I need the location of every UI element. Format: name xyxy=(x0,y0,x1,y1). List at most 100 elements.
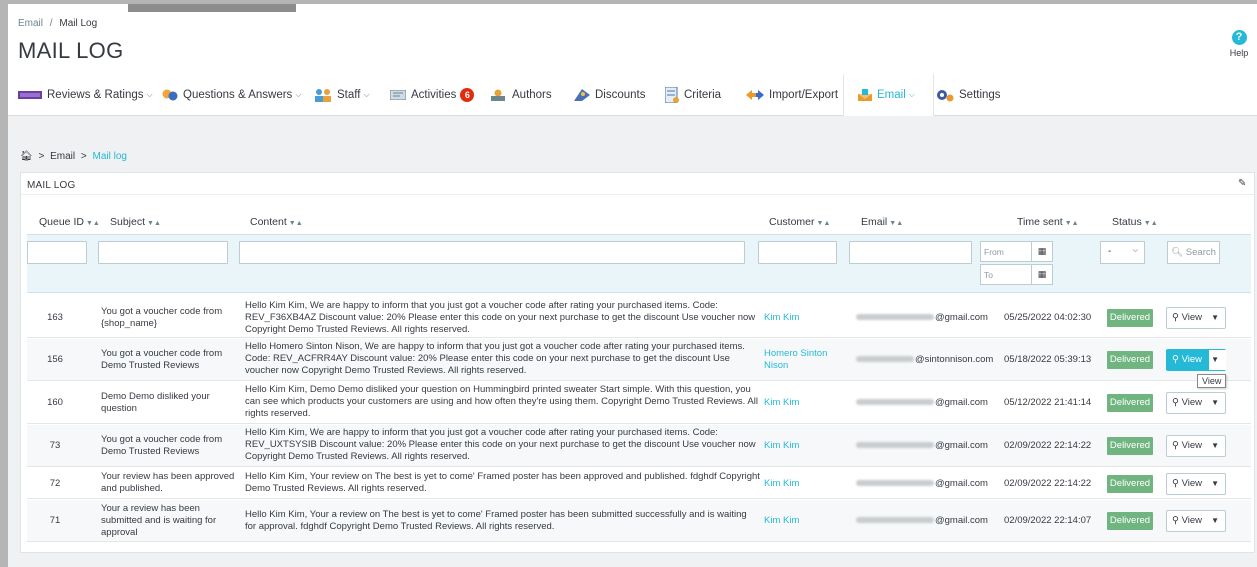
sort-icon[interactable]: ▼▲ xyxy=(1065,220,1079,227)
customer-link[interactable]: Kim Kim xyxy=(764,440,844,452)
column-subject[interactable]: Subject ▼▲ xyxy=(110,216,161,228)
column-label: Email xyxy=(861,216,888,228)
tab-reviews-ratings[interactable]: Reviews & Ratings ⌵ xyxy=(18,74,153,116)
caret-down-icon[interactable]: ▼ xyxy=(1211,308,1219,328)
breadcrumb-separator: / xyxy=(49,18,53,29)
view-button[interactable]: ⚲ View ▼ xyxy=(1166,510,1226,532)
tab-staff[interactable]: Staff ⌵ xyxy=(314,74,370,116)
tab-label: Criteria xyxy=(684,89,722,101)
breadcrumb-mail-log[interactable]: Mail log xyxy=(93,151,127,162)
email-icon xyxy=(858,89,872,101)
chevron-down-icon: ⌵ xyxy=(1132,247,1138,254)
queue-id-filter[interactable] xyxy=(27,241,87,264)
sort-icon[interactable]: ▼▲ xyxy=(817,220,831,227)
search-icon: 🔍︎ xyxy=(1171,247,1184,258)
content-cell: Hello Kim Kim, We are happy to inform th… xyxy=(245,427,756,462)
subject-cell: You got a voucher code from {shop_name} xyxy=(101,306,223,329)
email-cell: @gmail.com xyxy=(856,478,988,490)
breadcrumb-email[interactable]: Email xyxy=(50,151,75,162)
tab-criteria[interactable]: Criteria xyxy=(665,74,721,116)
page-title: MAIL LOG xyxy=(18,38,124,63)
home-icon[interactable]: 🏠︎ xyxy=(20,151,33,162)
table-row: 160 Demo Demo disliked your question Hel… xyxy=(27,382,1251,424)
time-sent-cell: 02/09/2022 22:14:07 xyxy=(1004,515,1092,526)
queue-id-cell: 71 xyxy=(49,515,61,526)
tab-label: Settings xyxy=(959,89,1001,101)
sort-icon[interactable]: ▼▲ xyxy=(289,220,303,227)
view-button[interactable]: ⚲ View ▼ xyxy=(1166,392,1226,414)
sort-icon[interactable]: ▼▲ xyxy=(889,220,903,227)
email-domain: @gmail.com xyxy=(935,397,988,408)
status-filter-value: - xyxy=(1108,246,1112,257)
caret-down-icon[interactable]: ▼ xyxy=(1211,511,1219,531)
search-button[interactable]: 🔍︎ Search xyxy=(1167,241,1220,264)
subject-cell: Your a review has been submitted and is … xyxy=(101,503,217,538)
status-filter-select[interactable]: - ⌵ xyxy=(1100,241,1145,264)
caret-down-icon[interactable]: ▼ xyxy=(1211,393,1219,413)
view-button[interactable]: ⚲ View ▼ xyxy=(1166,435,1226,457)
caret-down-icon[interactable]: ▼ xyxy=(1211,350,1219,370)
tab-authors[interactable]: Authors xyxy=(489,74,552,116)
top-strip xyxy=(128,4,296,12)
content-cell: Hello Kim Kim, Your a review on The best… xyxy=(245,509,747,532)
tab-questions-answers[interactable]: Questions & Answers ⌵ xyxy=(162,74,301,116)
column-label: Customer xyxy=(769,216,815,228)
chevron-down-icon: ⌵ xyxy=(908,90,915,99)
criteria-icon xyxy=(665,87,679,103)
customer-link[interactable]: Kim Kim xyxy=(764,312,844,324)
customer-link[interactable]: Kim Kim xyxy=(764,478,844,490)
date-from-field[interactable]: From xyxy=(980,241,1032,262)
caret-down-icon[interactable]: ▼ xyxy=(1211,436,1219,456)
tab-import-export[interactable]: Import/Export xyxy=(746,74,838,116)
column-email[interactable]: Email ▼▲ xyxy=(861,216,903,228)
customer-link[interactable]: Kim Kim xyxy=(764,515,844,527)
column-content[interactable]: Content ▼▲ xyxy=(250,216,303,228)
tab-settings[interactable]: Settings xyxy=(936,74,1001,116)
caret-down-icon[interactable]: ▼ xyxy=(1211,474,1219,494)
subject-cell: Demo Demo disliked your question xyxy=(101,391,210,414)
column-customer[interactable]: Customer ▼▲ xyxy=(769,216,830,228)
sort-icon[interactable]: ▼▲ xyxy=(86,220,100,227)
activities-icon xyxy=(390,90,406,100)
breadcrumb-email[interactable]: Email xyxy=(18,18,43,29)
activities-badge: 6 xyxy=(460,88,475,102)
help-button[interactable]: ? Help xyxy=(1227,30,1251,58)
queue-id-cell: 73 xyxy=(49,440,61,451)
zoom-icon: ⚲ xyxy=(1172,354,1179,365)
sort-icon[interactable]: ▼▲ xyxy=(1144,220,1158,227)
email-cell: @gmail.com xyxy=(856,397,988,409)
page-header: Email / Mail Log MAIL LOG ? Help xyxy=(8,4,1257,80)
questions-icon xyxy=(162,89,178,101)
customer-filter[interactable] xyxy=(758,241,837,264)
calendar-icon[interactable]: ▦ xyxy=(1031,264,1053,285)
date-to-field[interactable]: To xyxy=(980,264,1032,285)
content-filter[interactable] xyxy=(239,241,745,264)
eraser-icon[interactable]: ✎ xyxy=(1238,178,1248,189)
customer-link[interactable]: Homero Sinton Nison xyxy=(764,348,844,372)
tab-discounts[interactable]: Discounts xyxy=(574,74,646,116)
authors-icon xyxy=(491,89,505,101)
subject-cell: You got a voucher code from Demo Trusted… xyxy=(101,348,223,371)
email-filter[interactable] xyxy=(849,241,972,264)
table-row: 156 You got a voucher code from Demo Tru… xyxy=(27,339,1251,381)
sort-icon[interactable]: ▼▲ xyxy=(147,220,161,227)
zoom-icon: ⚲ xyxy=(1172,440,1179,451)
tab-activities[interactable]: Activities 6 xyxy=(390,74,475,116)
view-button[interactable]: ⚲ View ▼ xyxy=(1166,307,1226,329)
subject-filter[interactable] xyxy=(98,241,228,264)
content-cell: Hello Kim Kim, Demo Demo disliked your q… xyxy=(245,384,758,419)
tab-label: Authors xyxy=(512,89,552,101)
customer-link[interactable]: Kim Kim xyxy=(764,397,844,409)
email-domain: @gmail.com xyxy=(935,312,988,323)
view-button[interactable]: ⚲ View ▼ xyxy=(1166,473,1226,495)
mail-log-panel: MAIL LOG ✎ Queue ID ▼▲ Subject ▼▲ Content ▼… xyxy=(20,172,1255,553)
view-button[interactable]: ⚲ View ▼ xyxy=(1166,349,1226,371)
calendar-icon[interactable]: ▦ xyxy=(1031,241,1053,262)
zoom-icon: ⚲ xyxy=(1172,312,1179,323)
column-status[interactable]: Status ▼▲ xyxy=(1112,216,1158,228)
email-cell: @sintonnison.com xyxy=(856,354,993,366)
tab-email[interactable]: Email ⌵ xyxy=(843,74,934,116)
column-queue-id[interactable]: Queue ID ▼▲ xyxy=(39,216,100,228)
column-time-sent[interactable]: Time sent ▼▲ xyxy=(1017,216,1079,228)
time-sent-cell: 02/09/2022 22:14:22 xyxy=(1004,440,1092,451)
